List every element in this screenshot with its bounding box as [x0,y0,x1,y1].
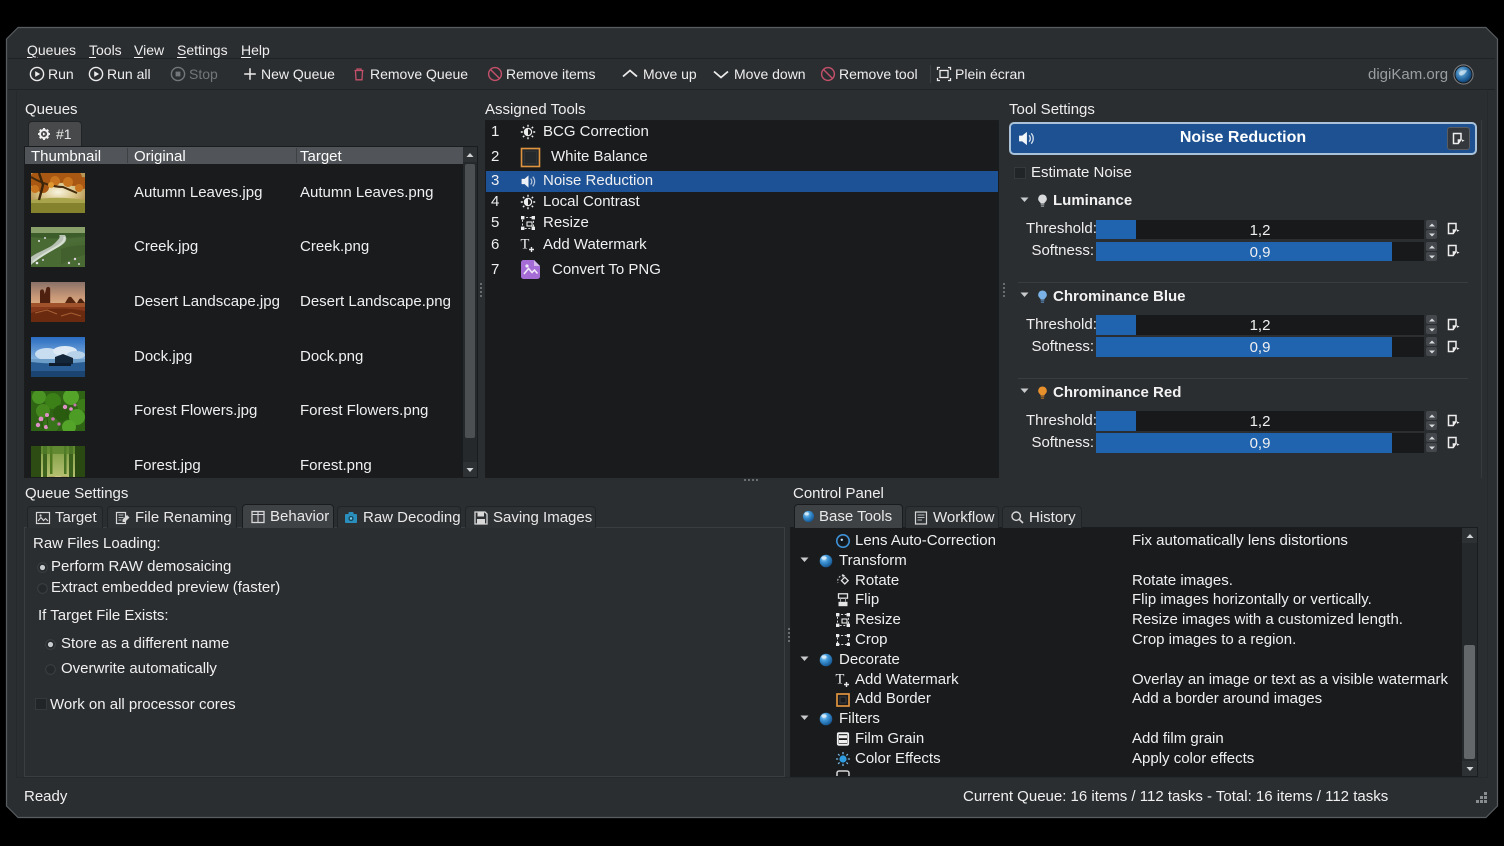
svg-text:T: T [521,237,530,253]
svg-text:T: T [836,672,845,688]
